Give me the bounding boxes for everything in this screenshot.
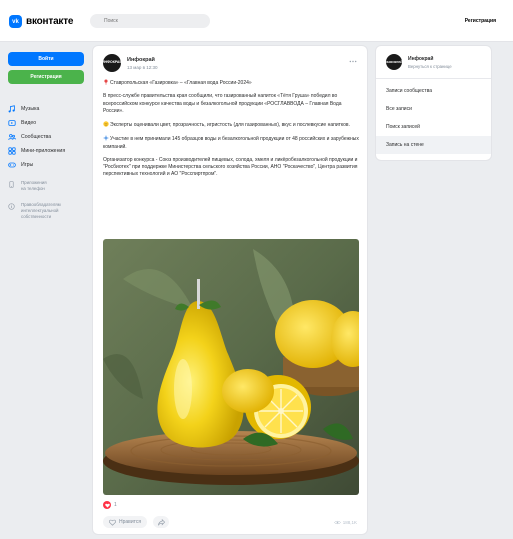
reactions[interactable]: 1 [103, 501, 117, 509]
share-button[interactable] [153, 516, 170, 528]
post-paragraph: Организатор конкурса - Союз производител… [103, 156, 358, 178]
more-icon[interactable] [349, 60, 357, 63]
like-label: Нравится [119, 519, 142, 525]
sidebar-item-mini-apps[interactable]: Мини-приложения [8, 146, 84, 156]
login-button[interactable]: Войти [8, 52, 84, 66]
nav-all-posts[interactable]: Все записи [376, 100, 491, 118]
sidebar-item-label: Видео [21, 120, 37, 126]
communities-icon [8, 134, 16, 140]
vk-logo[interactable]: vk вконтакте [9, 15, 73, 28]
divider [376, 78, 491, 79]
reaction-count: 1 [114, 502, 117, 508]
sidebar-item-label: Сообщества [21, 134, 52, 140]
sidebar-item-phone-apps[interactable]: Приложения на телефон [8, 180, 84, 192]
post-paragraph: Ставропольская «Газировка» – «Главная во… [103, 79, 359, 87]
eye-icon [333, 520, 341, 525]
sparkle-emoji-icon [103, 135, 109, 142]
post-photo[interactable] [103, 239, 359, 495]
right-sidebar: ИНФОКРАЙ Инфокрай Вернуться к странице З… [375, 45, 492, 161]
games-icon [8, 162, 16, 168]
post-card: ИНФОКРАЙ Инфокрай 13 мар в 12:30 Ставроп… [92, 45, 368, 535]
heart-icon [109, 519, 116, 526]
sidebar-item-music[interactable]: Музыка [8, 104, 84, 114]
post-author[interactable]: Инфокрай [127, 57, 158, 63]
post-paragraph: Эксперты оценивали цвет, прозрачность, и… [103, 121, 359, 129]
post-paragraph: В пресс-службе правительства края сообщи… [103, 93, 342, 114]
sidebar-item-games[interactable]: Игры [8, 160, 84, 170]
sidebar-item-label: Приложения на телефон [21, 180, 47, 191]
sidebar-item-video[interactable]: Видео [8, 118, 84, 128]
post-actions: Нравится [103, 516, 170, 528]
views-counter: 188,1K [333, 520, 357, 525]
phone-icon [9, 181, 14, 188]
post-text: Ставропольская «Газировка» – «Главная во… [103, 79, 359, 185]
post-date[interactable]: 13 мар в 12:30 [127, 65, 158, 70]
nav-search-posts[interactable]: Поиск записей [376, 118, 491, 136]
community-title: Инфокрай [408, 55, 434, 62]
vk-logo-text: вконтакте [26, 16, 74, 27]
nav-community-posts[interactable]: Записи сообщества [376, 82, 491, 100]
register-button[interactable]: Регистрация [8, 70, 84, 84]
smile-emoji-icon [103, 121, 109, 127]
community-subtitle: Вернуться к странице [408, 63, 452, 69]
nav-wall-post[interactable]: Запись на стене [376, 136, 491, 154]
video-icon [8, 120, 16, 126]
post-header: ИНФОКРАЙ Инфокрай 13 мар в 12:30 [102, 54, 158, 72]
heart-reaction-icon [103, 501, 111, 509]
top-header: vk вконтакте Регистрация [0, 0, 513, 42]
search-input[interactable] [90, 14, 210, 28]
sidebar-item-copyright[interactable]: Правообладателям интеллектуальной собств… [8, 202, 84, 220]
share-icon [157, 518, 165, 525]
sidebar-item-label: Музыка [21, 106, 40, 112]
info-icon [8, 203, 15, 210]
like-button[interactable]: Нравится [103, 516, 148, 528]
pin-icon [104, 79, 108, 85]
left-sidebar: Войти Регистрация Музыка Видео Сообществ… [8, 52, 84, 230]
post-paragraph: Участие в нем принимали 145 образцов вод… [103, 135, 359, 150]
music-icon [8, 105, 15, 113]
left-sub-menu: Приложения на телефон Правообладателям и… [8, 180, 84, 220]
mini-apps-icon [8, 147, 16, 155]
community-header[interactable]: ИНФОКРАЙ Инфокрай Вернуться к странице [385, 54, 452, 70]
views-count: 188,1K [342, 520, 357, 525]
community-nav: Записи сообщества Все записи Поиск запис… [376, 82, 491, 154]
sidebar-item-label: Игры [21, 162, 34, 168]
sidebar-item-label: Мини-приложения [21, 148, 66, 154]
vk-logo-icon: vk [9, 15, 22, 28]
left-menu: Музыка Видео Сообщества Мини-приложения … [8, 104, 84, 170]
avatar[interactable]: ИНФОКРАЙ [102, 54, 122, 72]
avatar: ИНФОКРАЙ [385, 54, 403, 70]
sidebar-item-label: Правообладателям интеллектуальной собств… [21, 201, 61, 219]
sidebar-item-communities[interactable]: Сообщества [8, 132, 84, 142]
header-register-link[interactable]: Регистрация [465, 18, 496, 24]
